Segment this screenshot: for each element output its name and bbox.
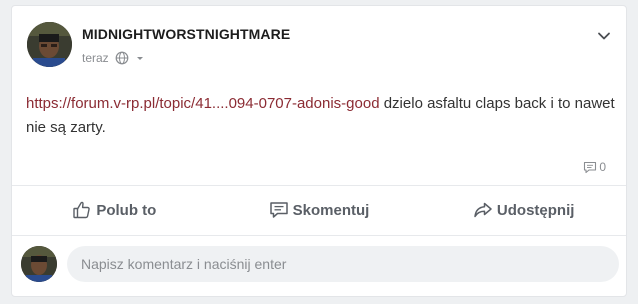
avatar-image bbox=[21, 246, 57, 282]
share-button[interactable]: Udostępnij bbox=[421, 201, 626, 219]
avatar-image bbox=[27, 22, 72, 67]
like-button[interactable]: Polub to bbox=[12, 200, 217, 220]
comment-input[interactable] bbox=[67, 246, 619, 282]
share-button-label: Udostępnij bbox=[496, 201, 575, 219]
like-button-label: Polub to bbox=[96, 201, 157, 219]
post-card: MIDNIGHTWORSTNIGHTMARE teraz https://for… bbox=[11, 5, 627, 297]
post-header: MIDNIGHTWORSTNIGHTMARE teraz bbox=[12, 6, 626, 86]
thumbs-up-icon bbox=[73, 201, 91, 219]
chevron-down-icon[interactable] bbox=[596, 28, 612, 44]
comment-icon bbox=[269, 202, 288, 218]
comment-count[interactable]: 0 bbox=[583, 160, 606, 174]
globe-icon bbox=[115, 51, 129, 65]
current-user-avatar[interactable] bbox=[21, 246, 57, 282]
comment-count-icon bbox=[584, 161, 597, 173]
comment-button-label: Skomentuj bbox=[292, 201, 370, 219]
post-link[interactable]: https://forum.v-rp.pl/topic/41....094-07… bbox=[26, 95, 380, 112]
post-meta: teraz bbox=[82, 50, 145, 66]
comment-count-value: 0 bbox=[599, 160, 606, 174]
share-icon bbox=[474, 202, 492, 218]
comment-button[interactable]: Skomentuj bbox=[217, 201, 422, 219]
author-name[interactable]: MIDNIGHTWORSTNIGHTMARE bbox=[82, 26, 290, 42]
privacy-dropdown-icon[interactable] bbox=[135, 53, 145, 63]
comment-composer bbox=[12, 236, 626, 298]
post-actions: Polub to Skomentuj Udostępnij bbox=[12, 186, 626, 234]
post-timestamp[interactable]: teraz bbox=[82, 51, 109, 65]
post-body: https://forum.v-rp.pl/topic/41....094-07… bbox=[26, 92, 616, 140]
author-avatar[interactable] bbox=[27, 22, 72, 67]
